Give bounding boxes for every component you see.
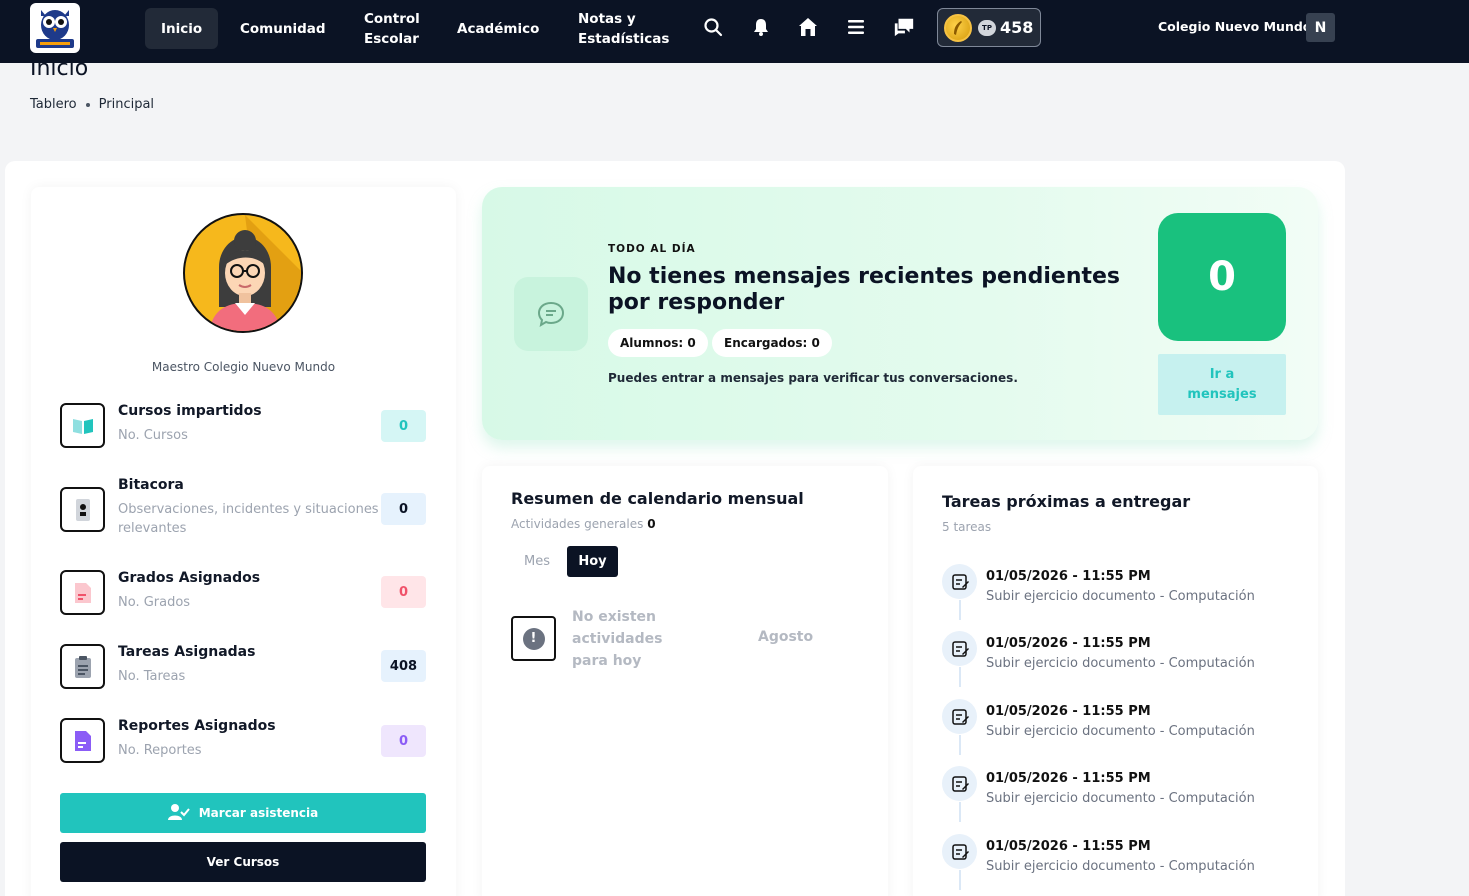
teacher-avatar <box>183 213 303 333</box>
nav-control-escolar[interactable]: Control Escolar <box>348 8 436 49</box>
stat-title: Reportes Asignados <box>118 718 276 734</box>
task-edit-icon <box>942 631 977 666</box>
mark-attendance-label: Marcar asistencia <box>198 806 319 820</box>
messages-title: No tienes mensajes recientes pendientes … <box>608 264 1121 315</box>
school-manager-logo[interactable] <box>30 3 80 53</box>
task-edit-icon <box>942 699 977 734</box>
calendar-sub-label: Actividades generales <box>511 517 644 531</box>
user-check-icon <box>167 803 190 824</box>
breadcrumb-separator <box>85 102 90 107</box>
timeline-connector <box>959 870 961 890</box>
stat-subtitle: No. Tareas <box>118 669 186 684</box>
coin-icon <box>944 13 972 42</box>
no-activities-message: No existen actividades para hoy <box>572 609 663 669</box>
task-edit-icon <box>942 766 977 801</box>
task-description: Subir ejercicio documento - Computación <box>986 859 1255 874</box>
task-date: 01/05/2026 - 11:55 PM <box>986 771 1151 786</box>
bell-icon[interactable] <box>750 16 772 38</box>
stat-title: Grados Asignados <box>118 570 261 586</box>
tasks-count: 5 tareas <box>942 520 992 534</box>
task-item[interactable]: 01/05/2026 - 11:55 PM Subir ejercicio do… <box>942 834 1302 894</box>
points-value: 458 <box>1000 18 1034 37</box>
search-icon[interactable] <box>702 16 724 38</box>
message-bubble-icon <box>514 277 588 351</box>
calendar-month: Agosto <box>758 629 814 645</box>
stat-grados-asignados[interactable]: Grados Asignados No. Grados 0 <box>60 570 426 616</box>
task-description: Subir ejercicio documento - Computación <box>986 791 1255 806</box>
alert-icon: ! <box>511 616 556 661</box>
task-item[interactable]: 01/05/2026 - 11:55 PM Subir ejercicio do… <box>942 631 1302 691</box>
stat-value: 0 <box>381 576 426 608</box>
task-date: 01/05/2026 - 11:55 PM <box>986 569 1151 584</box>
tab-month[interactable]: Mes <box>511 546 563 577</box>
stat-value: 0 <box>381 493 426 525</box>
stat-title: Bitacora <box>118 477 184 493</box>
chat-icon[interactable] <box>893 16 915 38</box>
task-edit-icon <box>942 834 977 869</box>
stat-value: 408 <box>381 650 426 682</box>
menu-icon[interactable] <box>845 16 867 38</box>
task-item[interactable]: 01/05/2026 - 11:55 PM Subir ejercicio do… <box>942 699 1302 759</box>
task-item[interactable]: 01/05/2026 - 11:55 PM Subir ejercicio do… <box>942 564 1302 624</box>
points-widget[interactable]: TP 458 <box>937 8 1041 47</box>
stat-cursos-impartidos[interactable]: Cursos impartidos No. Cursos 0 <box>60 403 426 449</box>
timeline-connector <box>959 802 961 822</box>
calendar-sub-value: 0 <box>647 517 656 531</box>
mark-attendance-button[interactable]: Marcar asistencia <box>60 793 426 833</box>
top-navbar: Inicio Comunidad Control Escolar Académi… <box>0 0 1469 63</box>
messages-note: Puedes entrar a mensajes para verificar … <box>608 371 1018 385</box>
stat-value: 0 <box>381 410 426 442</box>
stat-bitacora[interactable]: Bitacora Observaciones, incidentes y sit… <box>60 477 426 537</box>
task-description: Subir ejercicio documento - Computación <box>986 724 1255 739</box>
calendar-subtitle: Actividades generales 0 <box>511 517 656 531</box>
guardians-pill: Encargados: 0 <box>712 329 832 357</box>
tab-today[interactable]: Hoy <box>567 546 618 577</box>
task-description: Subir ejercicio documento - Computación <box>986 656 1255 671</box>
task-date: 01/05/2026 - 11:55 PM <box>986 839 1151 854</box>
tp-badge: TP <box>978 19 996 36</box>
nav-comunidad[interactable]: Comunidad <box>224 8 342 49</box>
stat-subtitle: No. Reportes <box>118 743 202 758</box>
task-edit-icon <box>942 564 977 599</box>
stat-subtitle: No. Grados <box>118 595 191 610</box>
messages-status-label: TODO AL DÍA <box>608 243 696 255</box>
timeline-connector <box>959 667 961 687</box>
teacher-role: Maestro Colegio Nuevo Mundo <box>151 360 336 374</box>
calendar-title: Resumen de calendario mensual <box>511 489 804 508</box>
nav-inicio[interactable]: Inicio <box>145 8 219 49</box>
breadcrumb-tablero[interactable]: Tablero <box>30 97 77 112</box>
stat-value: 0 <box>381 725 426 757</box>
stat-title: Tareas Asignadas <box>118 644 256 660</box>
go-to-messages-button[interactable]: Ir a mensajes <box>1158 354 1286 415</box>
stat-reportes-asignados[interactable]: Reportes Asignados No. Reportes 0 <box>60 718 426 764</box>
task-date: 01/05/2026 - 11:55 PM <box>986 704 1151 719</box>
timeline-connector <box>959 735 961 755</box>
logbook-icon <box>60 487 105 532</box>
page-title: Inicio <box>30 56 89 81</box>
breadcrumb-principal: Principal <box>98 97 155 112</box>
task-item[interactable]: 01/05/2026 - 11:55 PM Subir ejercicio do… <box>942 766 1302 826</box>
book-icon <box>60 403 105 448</box>
stat-subtitle: No. Cursos <box>118 428 188 443</box>
clipboard-icon <box>60 644 105 689</box>
tasks-title: Tareas próximas a entregar <box>942 492 1191 511</box>
nav-academico[interactable]: Académico <box>441 8 555 49</box>
user-avatar[interactable]: N <box>1306 13 1335 42</box>
report-icon <box>60 718 105 763</box>
task-description: Subir ejercicio documento - Computación <box>986 589 1255 604</box>
stat-title: Cursos impartidos <box>118 403 262 419</box>
home-icon[interactable] <box>797 16 819 38</box>
stat-subtitle: Observaciones, incidentes y situaciones … <box>118 502 379 536</box>
document-icon <box>60 570 105 615</box>
school-name[interactable]: Colegio Nuevo Mundo <box>1158 19 1311 34</box>
nav-notas-estadisticas[interactable]: Notas y Estadísticas <box>562 8 685 49</box>
breadcrumb: Tablero Principal <box>30 97 154 112</box>
timeline-connector <box>959 600 961 620</box>
view-courses-button[interactable]: Ver Cursos <box>60 842 426 882</box>
task-date: 01/05/2026 - 11:55 PM <box>986 636 1151 651</box>
pending-messages-count: 0 <box>1158 213 1286 341</box>
stat-tareas-asignadas[interactable]: Tareas Asignadas No. Tareas 408 <box>60 644 426 690</box>
students-pill: Alumnos: 0 <box>608 329 708 357</box>
go-to-messages-label: Ir a mensajes <box>1187 366 1257 402</box>
